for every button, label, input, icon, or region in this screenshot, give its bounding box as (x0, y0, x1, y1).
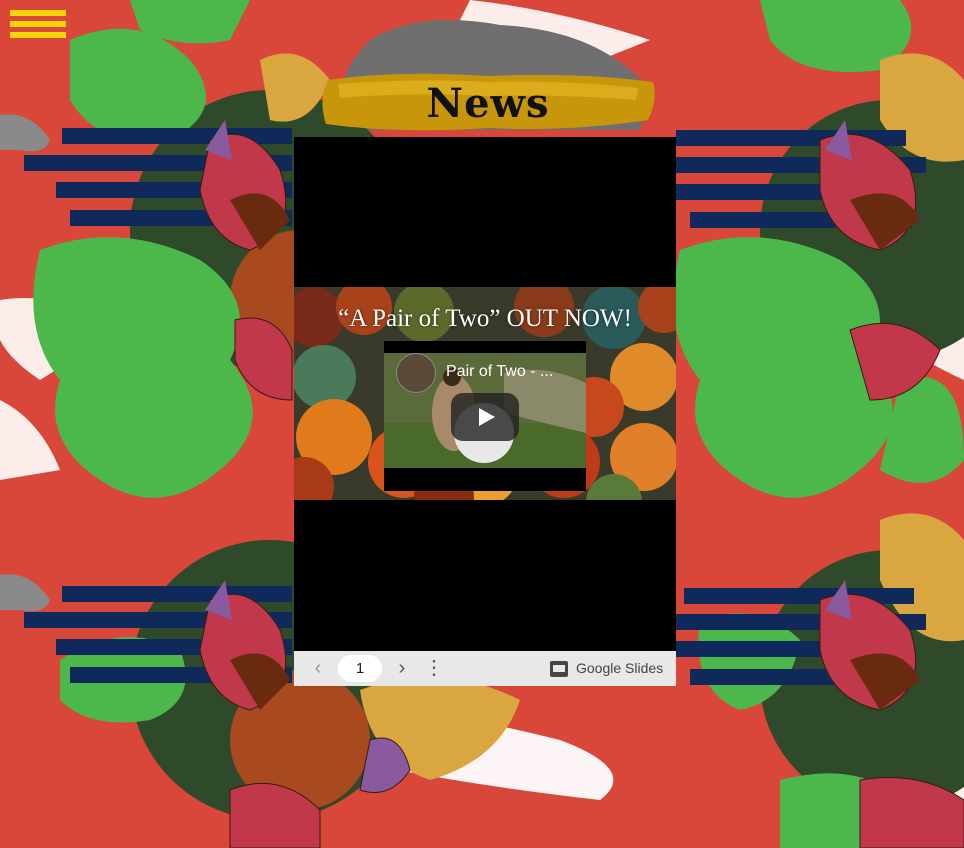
previous-slide-icon[interactable]: ‹ (306, 651, 330, 686)
play-icon[interactable] (451, 393, 519, 441)
slide-heading: “A Pair of Two” OUT NOW! (338, 305, 632, 332)
next-slide-icon[interactable]: › (390, 651, 414, 686)
page-title: News (426, 80, 550, 127)
slide-1: “A Pair of Two” OUT NOW! Pair of Two - .… (294, 287, 676, 500)
google-slides-label: Google Slides (576, 660, 664, 676)
slides-logo-icon (550, 661, 568, 677)
google-slides-embed[interactable]: “A Pair of Two” OUT NOW! Pair of Two - .… (294, 137, 676, 686)
menu-bar (10, 32, 66, 38)
video-title[interactable]: Pair of Two - ... (446, 363, 576, 381)
hamburger-menu-icon[interactable] (10, 10, 66, 40)
channel-avatar[interactable] (396, 353, 436, 393)
slides-toolbar: ‹ 1 › ⋮ Google Slides (294, 651, 676, 686)
menu-bar (10, 10, 66, 16)
more-options-icon[interactable]: ⋮ (422, 651, 446, 686)
page-number[interactable]: 1 (338, 655, 382, 682)
menu-bar (10, 21, 66, 27)
youtube-video-embed[interactable]: Pair of Two - ... (384, 341, 586, 491)
title-banner: News (318, 70, 658, 134)
